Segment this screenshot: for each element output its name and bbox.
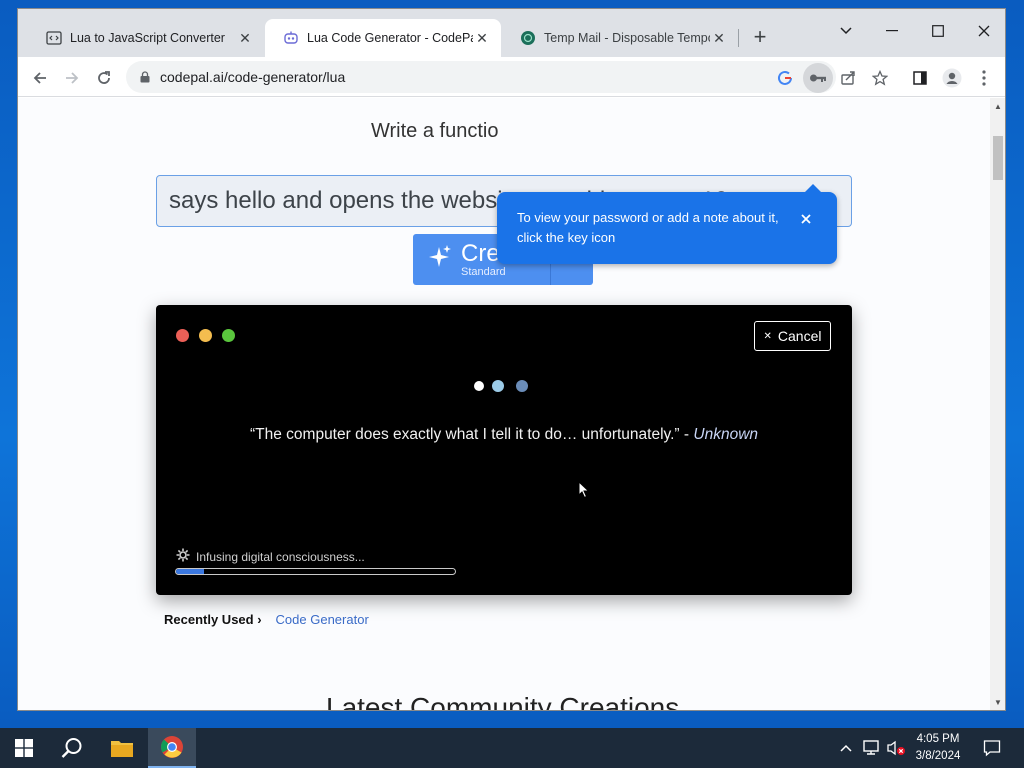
tab-search-button[interactable]	[824, 15, 868, 47]
status-row: Infusing digital consciousness...	[176, 548, 365, 565]
scroll-up-icon[interactable]: ▲	[994, 102, 1002, 111]
gear-icon	[176, 548, 190, 565]
tooltip-text: To view your password or add a note abou…	[517, 210, 779, 245]
tab-separator	[738, 29, 739, 47]
key-icon[interactable]	[803, 63, 833, 93]
tab-lua-code-generator[interactable]: Lua Code Generator - CodePal ✕	[265, 19, 501, 57]
cancel-button[interactable]: ✕ Cancel	[754, 321, 831, 351]
window-minimize-dot	[199, 329, 212, 342]
loading-dot	[492, 380, 504, 392]
file-explorer-button[interactable]	[98, 728, 146, 768]
tooltip-arrow	[805, 184, 821, 192]
tab-lua-converter[interactable]: Lua to JavaScript Converter ✕	[28, 19, 264, 57]
scrollbar-thumb[interactable]	[993, 136, 1003, 180]
scroll-down-icon[interactable]: ▼	[994, 698, 1002, 707]
cancel-label: Cancel	[777, 328, 822, 344]
new-tab-button[interactable]: +	[748, 24, 772, 49]
generation-modal: ✕ Cancel “The computer does exactly what…	[156, 305, 852, 595]
tab-title: Lua Code Generator - CodePal	[307, 31, 473, 45]
progress-fill	[176, 569, 204, 574]
search-button[interactable]	[48, 728, 96, 768]
window-zoom-dot	[222, 329, 235, 342]
menu-icon[interactable]	[972, 66, 996, 90]
close-icon[interactable]: ✕	[710, 29, 728, 47]
window-close-dot	[176, 329, 189, 342]
star-icon[interactable]	[868, 66, 892, 90]
quote-separator: -	[679, 426, 694, 443]
notifications-icon[interactable]	[982, 738, 1002, 758]
status-text: Infusing digital consciousness...	[196, 549, 365, 564]
search-icon	[61, 738, 82, 758]
start-button[interactable]	[0, 728, 48, 768]
chrome-taskbar-button[interactable]	[148, 728, 196, 768]
google-icon[interactable]	[773, 66, 797, 90]
clock-date: 3/8/2024	[915, 750, 961, 762]
forward-button[interactable]	[59, 65, 85, 91]
taskbar: 4:05 PM 3/8/2024	[0, 728, 1024, 768]
profile-icon[interactable]	[940, 66, 964, 90]
volume-muted-icon[interactable]	[886, 738, 906, 758]
browser-window: Lua to JavaScript Converter ✕ Lua Code G…	[17, 8, 1006, 711]
back-button[interactable]	[27, 65, 53, 91]
lock-icon[interactable]	[140, 71, 150, 83]
tempmail-icon	[520, 30, 536, 46]
password-tooltip: To view your password or add a note abou…	[497, 184, 837, 264]
folder-icon	[111, 741, 133, 757]
close-icon[interactable]: ✕	[473, 29, 491, 47]
sparkle-icon	[429, 244, 451, 275]
create-mode-label: Standard	[461, 265, 506, 278]
code-icon	[46, 30, 62, 46]
progress-bar	[175, 568, 456, 575]
close-icon[interactable]	[797, 210, 815, 228]
maximize-button[interactable]	[916, 15, 960, 47]
quote-text: “The computer does exactly what I tell i…	[249, 426, 680, 443]
network-icon[interactable]	[861, 738, 881, 758]
vertical-scrollbar[interactable]: ▲ ▼	[990, 98, 1005, 710]
community-heading: Latest Community Creations	[326, 692, 680, 711]
page-heading: Write a functio	[371, 120, 499, 142]
quote: “The computer does exactly what I tell i…	[156, 426, 852, 444]
tab-temp-mail[interactable]: Temp Mail - Disposable Tempora ✕	[502, 19, 738, 57]
robot-icon	[283, 30, 299, 46]
address-bar[interactable]: codepal.ai/code-generator/lua	[126, 61, 836, 93]
sidepanel-icon[interactable]	[908, 66, 932, 90]
recently-used: Recently Used › Code Generator	[164, 612, 369, 627]
tab-title: Lua to JavaScript Converter	[70, 31, 225, 45]
url-text: codepal.ai/code-generator/lua	[160, 69, 346, 85]
tab-strip: Lua to JavaScript Converter ✕ Lua Code G…	[18, 9, 1005, 57]
share-icon[interactable]	[836, 66, 860, 90]
system-clock[interactable]: 4:05 PM 3/8/2024	[908, 731, 968, 765]
tab-title: Temp Mail - Disposable Tempora	[544, 31, 710, 45]
loading-dot	[474, 381, 484, 391]
recently-used-label: Recently Used ›	[164, 612, 262, 627]
mouse-cursor-icon	[578, 480, 590, 504]
recently-used-link[interactable]: Code Generator	[276, 612, 369, 627]
close-icon[interactable]: ✕	[236, 29, 254, 47]
quote-author: Unknown	[693, 426, 759, 443]
chevron-up-icon[interactable]	[836, 738, 856, 758]
page-content: Write a functio says hello and opens the…	[18, 98, 990, 711]
minimize-button[interactable]	[870, 15, 914, 47]
windows-icon	[15, 739, 33, 757]
close-window-button[interactable]	[962, 15, 1005, 47]
browser-toolbar: codepal.ai/code-generator/lua	[18, 57, 1005, 97]
chrome-icon	[161, 736, 183, 758]
close-icon: ✕	[763, 330, 772, 342]
clock-time: 4:05 PM	[916, 733, 960, 745]
reload-button[interactable]	[91, 65, 117, 91]
loading-dot	[516, 380, 528, 392]
